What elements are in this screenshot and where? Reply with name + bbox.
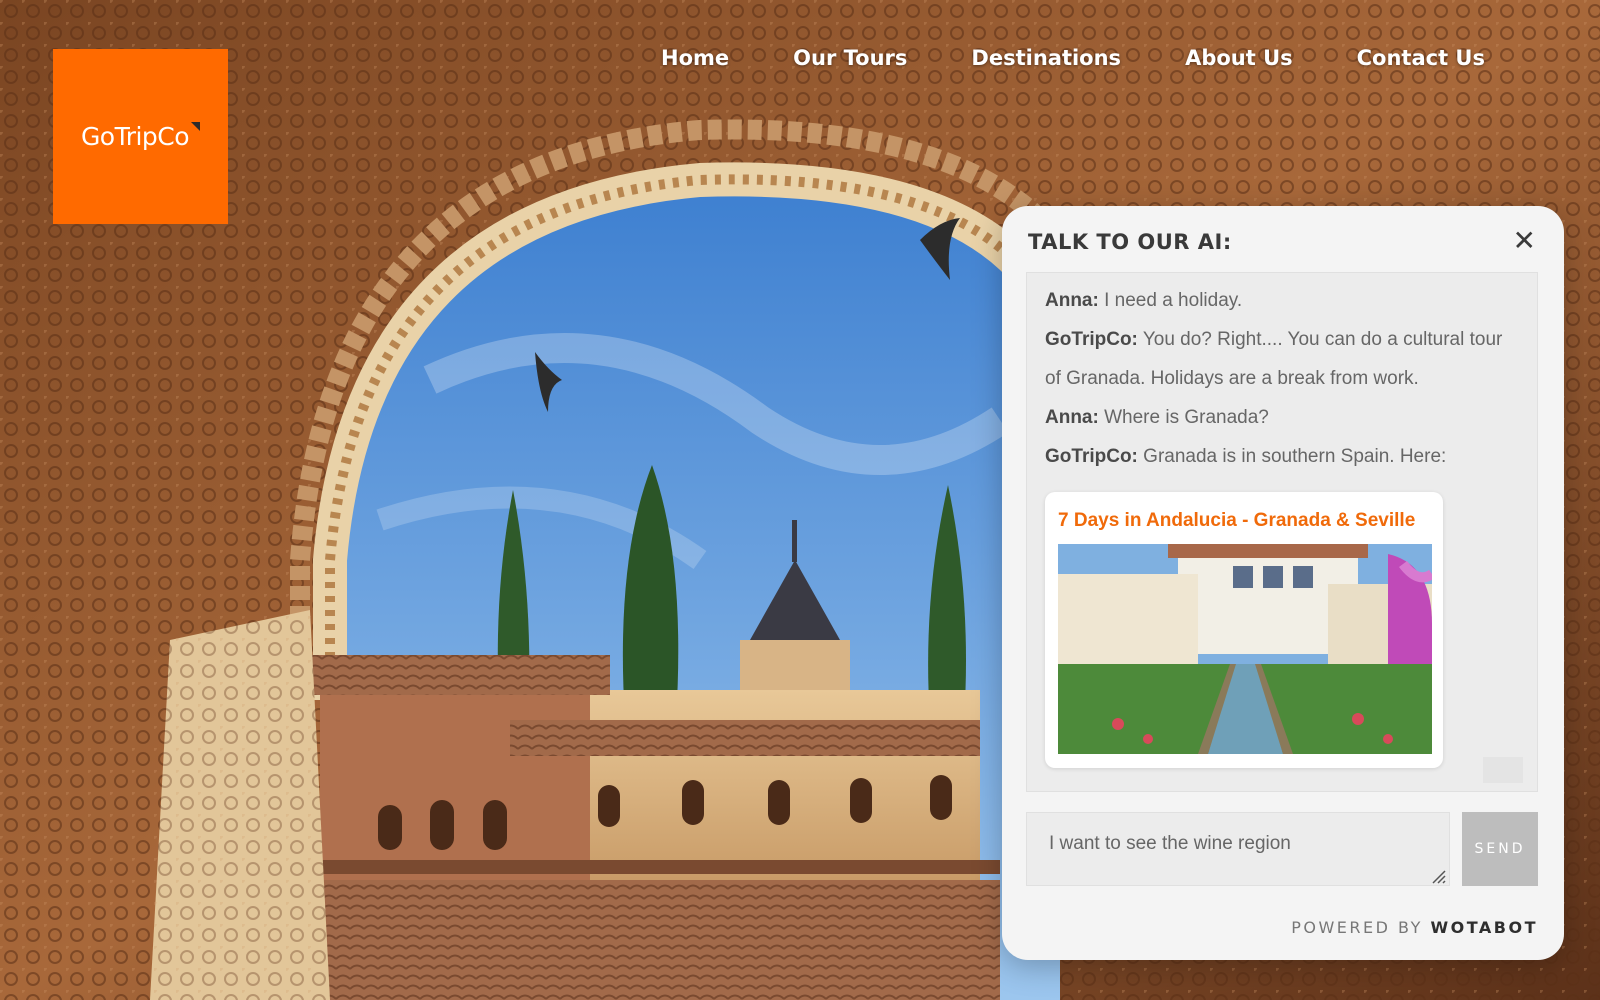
chat-scrollbar[interactable] (1483, 757, 1523, 783)
tour-card-title[interactable]: 7 Days in Andalucia - Granada & Seville (1058, 508, 1430, 534)
chat-message: GoTripCo: You do? Right.... You can do a… (1045, 320, 1519, 398)
gotripco-logo[interactable]: GoTripCo (53, 49, 228, 224)
tour-card-image[interactable] (1058, 544, 1432, 754)
powered-by[interactable]: POWERED BY WOTABOT (1291, 918, 1538, 937)
powered-brand: WOTABOT (1430, 918, 1538, 937)
resize-grip-icon[interactable] (1430, 868, 1446, 884)
message-text: I need a holiday. (1098, 290, 1243, 311)
nav-contact-us[interactable]: Contact Us (1357, 46, 1485, 70)
chat-widget: TALK TO OUR AI: ✕ Anna: I need a holiday… (1002, 206, 1564, 960)
logo-mark-icon (191, 122, 201, 131)
chat-input[interactable]: I want to see the wine region (1026, 812, 1450, 886)
message-speaker: Anna: (1045, 290, 1099, 311)
message-text: Granada is in southern Spain. Here: (1137, 446, 1447, 467)
chat-log[interactable]: Anna: I need a holiday. GoTripCo: You do… (1026, 272, 1538, 792)
close-icon[interactable]: ✕ (1513, 224, 1536, 257)
chat-message: Anna: I need a holiday. (1045, 281, 1519, 320)
message-text: Where is Granada? (1098, 407, 1269, 428)
nav-home[interactable]: Home (661, 46, 729, 70)
chat-message: Anna: Where is Granada? (1045, 398, 1519, 437)
message-speaker: Anna: (1045, 407, 1099, 428)
nav-our-tours[interactable]: Our Tours (793, 46, 907, 70)
main-nav: Home Our Tours Destinations About Us Con… (661, 46, 1485, 70)
chat-title: TALK TO OUR AI: (1028, 230, 1232, 254)
logo-text: GoTripCo (80, 122, 190, 151)
message-speaker: GoTripCo: (1045, 446, 1138, 467)
send-button[interactable]: SEND (1462, 812, 1538, 886)
nav-destinations[interactable]: Destinations (971, 46, 1121, 70)
powered-prefix: POWERED BY (1291, 918, 1431, 937)
nav-about-us[interactable]: About Us (1185, 46, 1293, 70)
chat-message: GoTripCo: Granada is in southern Spain. … (1045, 437, 1519, 476)
tour-card[interactable]: 7 Days in Andalucia - Granada & Seville (1045, 492, 1443, 768)
message-speaker: GoTripCo: (1045, 329, 1138, 350)
